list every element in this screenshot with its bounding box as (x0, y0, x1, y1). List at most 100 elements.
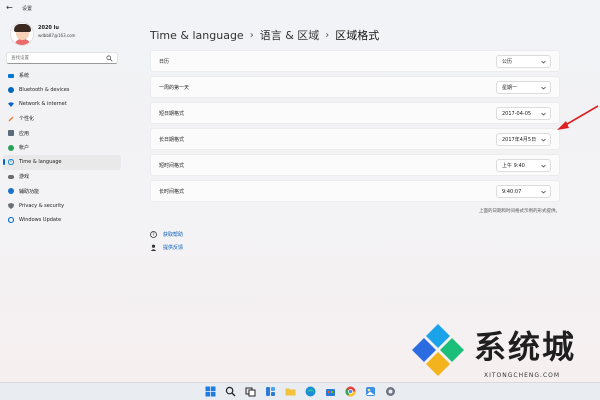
diamond-logo-icon (412, 324, 464, 376)
sidebar-item-gaming[interactable]: 游戏 (3, 170, 121, 185)
widgets-icon[interactable] (265, 386, 276, 397)
help-icon: ? (150, 230, 157, 238)
sidebar-item-time-language[interactable]: Time & language (3, 155, 121, 170)
sidebar-item-apps[interactable]: 应用 (3, 126, 121, 141)
watermark-subtext: XITONGCHENG.COM (484, 372, 561, 379)
page-title: 区域格式 (335, 29, 380, 42)
chevron-down-icon (541, 138, 546, 142)
back-arrow-icon[interactable]: ← (6, 3, 18, 13)
bluetooth-icon (8, 86, 14, 93)
task-view-icon[interactable] (245, 386, 256, 397)
chevron-down-icon (541, 112, 546, 116)
photos-icon[interactable] (365, 386, 376, 397)
first-day-dropdown[interactable]: 星期一 (496, 81, 551, 94)
search-icon[interactable] (106, 55, 113, 62)
sidebar-item-system[interactable]: 系统 (3, 68, 121, 83)
chrome-icon[interactable] (345, 386, 356, 397)
profile-email: wdbb87@163.com (38, 33, 76, 38)
setting-label: 短时间格式 (159, 163, 185, 169)
setting-label: 短日期格式 (159, 111, 185, 117)
setting-row-calendar: 日历 公历 (150, 50, 560, 72)
long-time-dropdown[interactable]: 9:40:07 (496, 185, 551, 198)
link-label: 获取帮助 (163, 231, 184, 238)
sidebar-item-label: Bluetooth & devices (19, 86, 70, 93)
long-date-dropdown[interactable]: 2017年4月5日 (496, 133, 551, 146)
link-label: 提供反馈 (163, 244, 184, 251)
personalization-icon (8, 116, 14, 122)
feedback-icon (150, 244, 157, 251)
setting-label: 长时间格式 (159, 189, 185, 195)
dropdown-value: 上午 9:40 (502, 163, 525, 169)
windows-update-icon (8, 217, 14, 224)
sidebar-item-network[interactable]: Network & internet (3, 97, 121, 112)
dropdown-value: 9:40:07 (502, 188, 522, 195)
accounts-icon (8, 144, 14, 151)
search-input[interactable] (11, 55, 103, 62)
short-time-dropdown[interactable]: 上午 9:40 (496, 159, 551, 172)
windows-start-icon[interactable] (205, 386, 216, 397)
time-language-icon (8, 159, 14, 166)
store-icon[interactable] (325, 386, 336, 397)
breadcrumb-separator: › (325, 29, 330, 41)
setting-label: 一周的第一天 (159, 85, 190, 91)
search-icon[interactable] (225, 386, 236, 397)
short-date-dropdown[interactable]: 2017-04-05 (496, 107, 551, 120)
file-explorer-icon[interactable] (285, 386, 296, 397)
breadcrumb-language-region[interactable]: 语言 & 区域 (260, 27, 320, 43)
dropdown-value: 2017年4月5日 (502, 137, 537, 143)
setting-row-long-date: 长日期格式 2017年4月5日 (150, 128, 560, 150)
sidebar-item-label: Time & language (19, 159, 62, 166)
help-links: ? 获取帮助 提供反馈 (150, 228, 183, 254)
system-icon (8, 73, 14, 78)
dropdown-value: 公历 (502, 59, 513, 65)
regional-format-settings: 日历 公历 一周的第一天 星期一 短日期格式 2017-04-05 长日期格式 … (150, 50, 560, 206)
apps-icon (8, 130, 14, 137)
setting-label: 长日期格式 (159, 137, 185, 143)
title-bar: ← 设置 (0, 0, 600, 16)
give-feedback-link[interactable]: 提供反馈 (150, 241, 183, 253)
profile-name: 2020 lu (38, 25, 59, 31)
breadcrumb-separator: › (249, 29, 254, 41)
sidebar-item-windows-update[interactable]: Windows Update (3, 213, 121, 228)
sidebar-item-personalization[interactable]: 个性化 (3, 112, 121, 127)
sidebar-nav: 系统 Bluetooth & devices Network & interne… (0, 68, 122, 228)
sidebar-item-label: 帐户 (19, 145, 30, 152)
sidebar-item-label: Network & internet (19, 101, 67, 108)
breadcrumb-time-language[interactable]: Time & language (150, 29, 244, 42)
chevron-down-icon (541, 60, 546, 64)
network-icon (8, 102, 14, 108)
sidebar-item-label: Privacy & security (19, 202, 65, 209)
user-profile[interactable]: 2020 lu wdbb87@163.com (6, 22, 118, 48)
sidebar-item-label: 个性化 (19, 116, 35, 123)
dropdown-value: 2017-04-05 (502, 110, 532, 117)
format-footnote: 上面的日期和时间格式示例的形式提供。 (479, 209, 560, 214)
sidebar-item-label: 系统 (19, 72, 30, 79)
sidebar-item-label: 游戏 (19, 174, 30, 181)
calendar-dropdown[interactable]: 公历 (496, 55, 551, 68)
gaming-icon (8, 174, 14, 179)
watermark-text: 系统城 (474, 328, 577, 366)
sidebar: 2020 lu wdbb87@163.com 系统 Bluetooth & de… (0, 16, 122, 382)
sidebar-item-accessibility[interactable]: 辅助功能 (3, 184, 121, 199)
avatar (10, 22, 34, 46)
chevron-down-icon (541, 164, 546, 168)
settings-icon[interactable] (385, 386, 396, 397)
sidebar-item-bluetooth[interactable]: Bluetooth & devices (3, 83, 121, 98)
sidebar-item-label: Windows Update (19, 217, 62, 224)
watermark: 系统城 XITONGCHENG.COM (404, 318, 600, 390)
sidebar-item-privacy[interactable]: Privacy & security (3, 199, 121, 214)
chevron-down-icon (541, 190, 546, 194)
get-help-link[interactable]: ? 获取帮助 (150, 228, 183, 240)
sidebar-item-accounts[interactable]: 帐户 (3, 141, 121, 156)
sidebar-item-label: 应用 (19, 130, 30, 137)
privacy-icon (8, 202, 14, 209)
dropdown-value: 星期一 (502, 85, 518, 91)
setting-row-short-time: 短时间格式 上午 9:40 (150, 154, 560, 176)
breadcrumb: Time & language › 语言 & 区域 › 区域格式 (150, 27, 379, 43)
accessibility-icon (8, 188, 14, 195)
setting-row-long-time: 长时间格式 9:40:07 (150, 180, 560, 202)
chevron-down-icon (541, 86, 546, 90)
edge-icon[interactable] (305, 386, 316, 397)
search-box[interactable] (6, 52, 118, 64)
setting-row-short-date: 短日期格式 2017-04-05 (150, 102, 560, 124)
